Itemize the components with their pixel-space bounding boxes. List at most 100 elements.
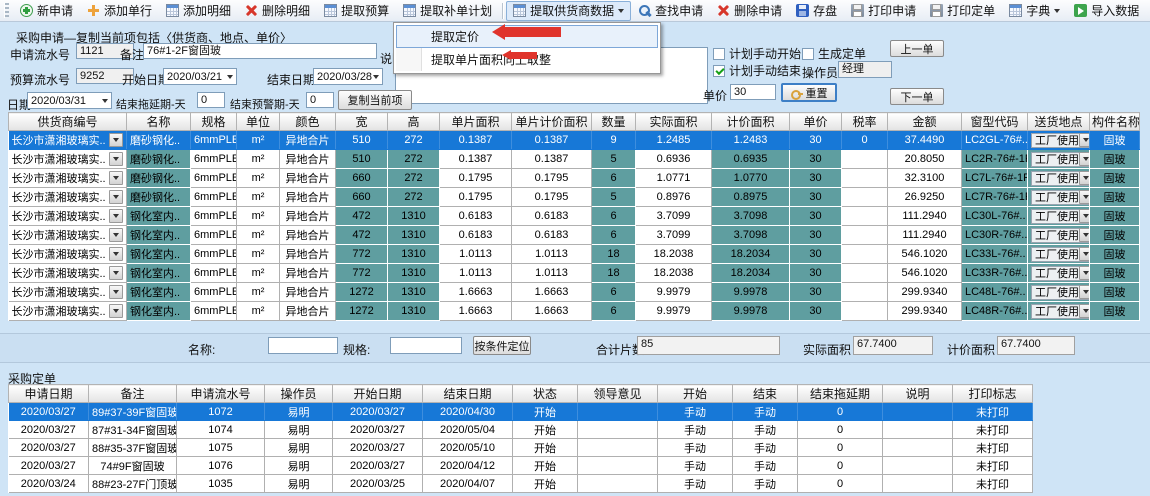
end-date-select[interactable]: 2020/03/28 [313,68,383,85]
cell-window_code[interactable]: LC48R-76#.. [962,302,1028,321]
cell-amount[interactable]: 26.9250 [888,188,962,207]
cell-operator[interactable]: 易明 [265,475,333,493]
col-end_delay[interactable]: 结束拖延期 [798,385,883,403]
cell-color[interactable]: 异地合片 [280,207,336,226]
cell-supplier[interactable]: 长沙市潇湘玻璃实.. [9,169,127,188]
cell-apply_date[interactable]: 2020/03/27 [9,439,89,457]
cell-color[interactable]: 异地合片 [280,302,336,321]
cell-remark[interactable]: 88#35-37F窗固玻 [89,439,177,457]
delivery-place-select[interactable]: 工厂使用 [1031,190,1090,205]
col-start[interactable]: 开始 [658,385,733,403]
cell-spec[interactable]: 6mmPLE.. [191,283,237,302]
cell-note[interactable] [883,439,953,457]
toolbar-button-5[interactable]: 提取补单计划 [396,1,499,21]
cell-width[interactable]: 472 [336,226,388,245]
cell-unit[interactable]: m² [237,226,280,245]
cell-name[interactable]: 钢化室内.. [127,245,191,264]
cell-window_code[interactable]: LC48L-76#.. [962,283,1028,302]
cell-end_date[interactable]: 2020/04/07 [423,475,513,493]
cell-supplier[interactable]: 长沙市潇湘玻璃实.. [9,207,127,226]
table-row[interactable]: 长沙市潇湘玻璃实..钢化室内..6mmPLE..m²异地合片47213100.6… [9,207,1140,226]
delivery-place-select[interactable]: 工厂使用 [1031,133,1090,148]
col-amount[interactable]: 金额 [888,113,962,131]
cell-unit_price[interactable]: 30 [790,302,842,321]
cell-amount[interactable]: 546.1020 [888,245,962,264]
cell-start_date[interactable]: 2020/03/27 [333,421,423,439]
cell-height[interactable]: 272 [388,169,440,188]
cell-end_date[interactable]: 2020/04/12 [423,457,513,475]
cell-delivery_place[interactable]: 工厂使用 [1028,169,1090,188]
cell-actual_area[interactable]: 18.2038 [636,264,712,283]
cell-height[interactable]: 1310 [388,245,440,264]
cell-amount[interactable]: 299.9340 [888,302,962,321]
cell-end_delay[interactable]: 0 [798,439,883,457]
table-row[interactable]: 2020/03/2788#35-37F窗固玻1075易明2020/03/2720… [9,439,1033,457]
cell-name[interactable]: 钢化室内.. [127,283,191,302]
cell-leader_opinion[interactable] [578,439,658,457]
cell-width[interactable]: 510 [336,131,388,150]
dropdown-button[interactable] [1079,247,1090,261]
cell-piece_area[interactable]: 0.6183 [440,226,512,245]
cell-start[interactable]: 手动 [658,475,733,493]
unit-price-input[interactable]: 30 [730,84,776,100]
cell-start_date[interactable]: 2020/03/25 [333,475,423,493]
cell-spec[interactable]: 6mmPLE.. [191,245,237,264]
cell-piece_area[interactable]: 0.1795 [440,188,512,207]
cell-start[interactable]: 手动 [658,421,733,439]
cell-name[interactable]: 钢化室内.. [127,302,191,321]
cell-operator[interactable]: 易明 [265,439,333,457]
dropdown-button[interactable] [109,228,123,242]
cell-amount[interactable]: 111.2940 [888,207,962,226]
cell-print_flag[interactable]: 未打印 [953,439,1033,457]
toolbar-button-11[interactable]: 打印定单 [923,1,1002,21]
delivery-place-select[interactable]: 工厂使用 [1031,304,1090,319]
table-row[interactable]: 长沙市潇湘玻璃实..钢化室内..6mmPLE..m²异地合片47213100.6… [9,226,1140,245]
col-remark[interactable]: 备注 [89,385,177,403]
cell-piece_area[interactable]: 1.6663 [440,283,512,302]
cell-unit_price[interactable]: 30 [790,283,842,302]
cell-actual_area[interactable]: 1.2485 [636,131,712,150]
start-date-select[interactable]: 2020/03/21 [163,68,237,85]
cell-priced_area[interactable]: 1.2483 [712,131,790,150]
cell-part_name[interactable]: 固玻 [1090,226,1140,245]
cell-priced_area[interactable]: 9.9978 [712,283,790,302]
cell-tax_rate[interactable] [842,226,888,245]
cell-tax_rate[interactable] [842,245,888,264]
operator-input[interactable]: 经理 [838,61,892,78]
col-name[interactable]: 名称 [127,113,191,131]
col-piece_priced_area[interactable]: 单片计价面积 [512,113,592,131]
col-end_date[interactable]: 结束日期 [423,385,513,403]
delivery-place-select[interactable]: 工厂使用 [1031,266,1090,281]
dropdown-button[interactable] [109,304,123,318]
cell-part_name[interactable]: 固玻 [1090,302,1140,321]
toolbar-button-9[interactable]: 存盘 [789,1,844,21]
cell-amount[interactable]: 299.9340 [888,283,962,302]
col-spec[interactable]: 规格 [191,113,237,131]
cell-part_name[interactable]: 固玻 [1090,150,1140,169]
col-window_code[interactable]: 窗型代码 [962,113,1028,131]
cell-color[interactable]: 异地合片 [280,264,336,283]
col-color[interactable]: 颜色 [280,113,336,131]
cell-apply_date[interactable]: 2020/03/27 [9,457,89,475]
date-select[interactable]: 2020/03/31 [27,92,112,109]
col-status[interactable]: 状态 [513,385,578,403]
cell-qty[interactable]: 5 [592,188,636,207]
cell-piece_priced_area[interactable]: 1.6663 [512,302,592,321]
col-start_date[interactable]: 开始日期 [333,385,423,403]
cell-priced_area[interactable]: 9.9978 [712,302,790,321]
cell-unit[interactable]: m² [237,302,280,321]
col-width[interactable]: 宽 [336,113,388,131]
cell-width[interactable]: 772 [336,245,388,264]
cell-serial_no[interactable]: 1074 [177,421,265,439]
dropdown-button[interactable] [1079,171,1090,185]
cell-color[interactable]: 异地合片 [280,245,336,264]
table-row[interactable]: 2020/03/2789#37-39F窗固玻1072易明2020/03/2720… [9,403,1033,421]
cell-end[interactable]: 手动 [733,403,798,421]
cell-supplier[interactable]: 长沙市潇湘玻璃实.. [9,283,127,302]
col-serial_no[interactable]: 申请流水号 [177,385,265,403]
col-operator[interactable]: 操作员 [265,385,333,403]
delivery-place-select[interactable]: 工厂使用 [1031,285,1090,300]
cell-tax_rate[interactable]: 0 [842,131,888,150]
cell-end[interactable]: 手动 [733,421,798,439]
cell-serial_no[interactable]: 1076 [177,457,265,475]
